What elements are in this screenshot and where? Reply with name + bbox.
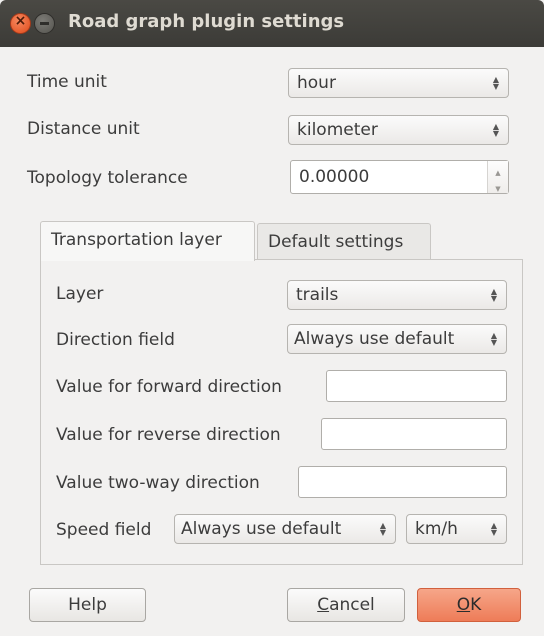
up-down-arrows-icon: ▲ ▼: [492, 75, 500, 91]
speed-field-label: Speed field: [56, 520, 152, 540]
direction-field-value: Always use default: [294, 329, 455, 349]
layer-value: trails: [296, 285, 339, 305]
speed-field-value: Always use default: [181, 519, 342, 539]
forward-direction-input[interactable]: [326, 370, 507, 402]
speed-unit-value: km/h: [415, 519, 458, 539]
two-way-direction-input[interactable]: [298, 466, 507, 498]
tab-default-settings[interactable]: Default settings: [257, 223, 431, 261]
speed-field-combo[interactable]: Always use default ▲ ▼: [174, 514, 396, 544]
ok-mnemonic: O: [456, 595, 471, 615]
up-down-arrows-icon: ▲ ▼: [492, 122, 500, 138]
cancel-button-label: ancel: [329, 595, 375, 615]
topology-tolerance-label: Topology tolerance: [27, 168, 188, 188]
minimize-icon[interactable]: [34, 13, 55, 34]
time-unit-label: Time unit: [27, 72, 107, 92]
cancel-mnemonic: C: [317, 595, 330, 615]
up-down-arrows-icon: ▲ ▼: [490, 331, 498, 347]
topology-tolerance-spinbox[interactable]: 0.00000 ▲ ▼: [290, 160, 509, 194]
distance-unit-value: kilometer: [297, 120, 378, 140]
help-button[interactable]: Help: [29, 588, 146, 622]
forward-direction-label: Value for forward direction: [56, 377, 282, 397]
cancel-button[interactable]: Cancel: [287, 588, 405, 622]
layer-combo[interactable]: trails ▲ ▼: [287, 280, 507, 310]
tab-transportation-layer[interactable]: Transportation layer: [40, 221, 255, 261]
ok-button[interactable]: OK: [417, 588, 521, 622]
time-unit-combo[interactable]: hour ▲ ▼: [288, 68, 509, 98]
up-down-arrows-icon: ▲ ▼: [490, 521, 498, 537]
title-bar: × Road graph plugin settings: [0, 0, 544, 47]
speed-unit-combo[interactable]: km/h ▲ ▼: [406, 514, 507, 544]
layer-label: Layer: [56, 284, 104, 304]
help-button-label: Help: [68, 595, 107, 615]
direction-field-combo[interactable]: Always use default ▲ ▼: [287, 324, 507, 354]
up-down-arrows-icon: ▲ ▼: [490, 287, 498, 303]
distance-unit-combo[interactable]: kilometer ▲ ▼: [288, 115, 509, 145]
ok-button-label: K: [470, 595, 482, 615]
direction-field-label: Direction field: [56, 330, 175, 350]
two-way-direction-label: Value two-way direction: [56, 473, 260, 493]
distance-unit-label: Distance unit: [27, 119, 140, 139]
up-down-arrows-icon: ▲ ▼: [379, 521, 387, 537]
reverse-direction-label: Value for reverse direction: [56, 425, 281, 445]
spin-arrows-icon[interactable]: ▲ ▼: [487, 161, 508, 193]
close-icon[interactable]: ×: [10, 13, 31, 34]
time-unit-value: hour: [297, 73, 336, 93]
topology-tolerance-value: 0.00000: [299, 167, 370, 187]
window-title: Road graph plugin settings: [68, 11, 345, 32]
reverse-direction-input[interactable]: [321, 418, 507, 450]
